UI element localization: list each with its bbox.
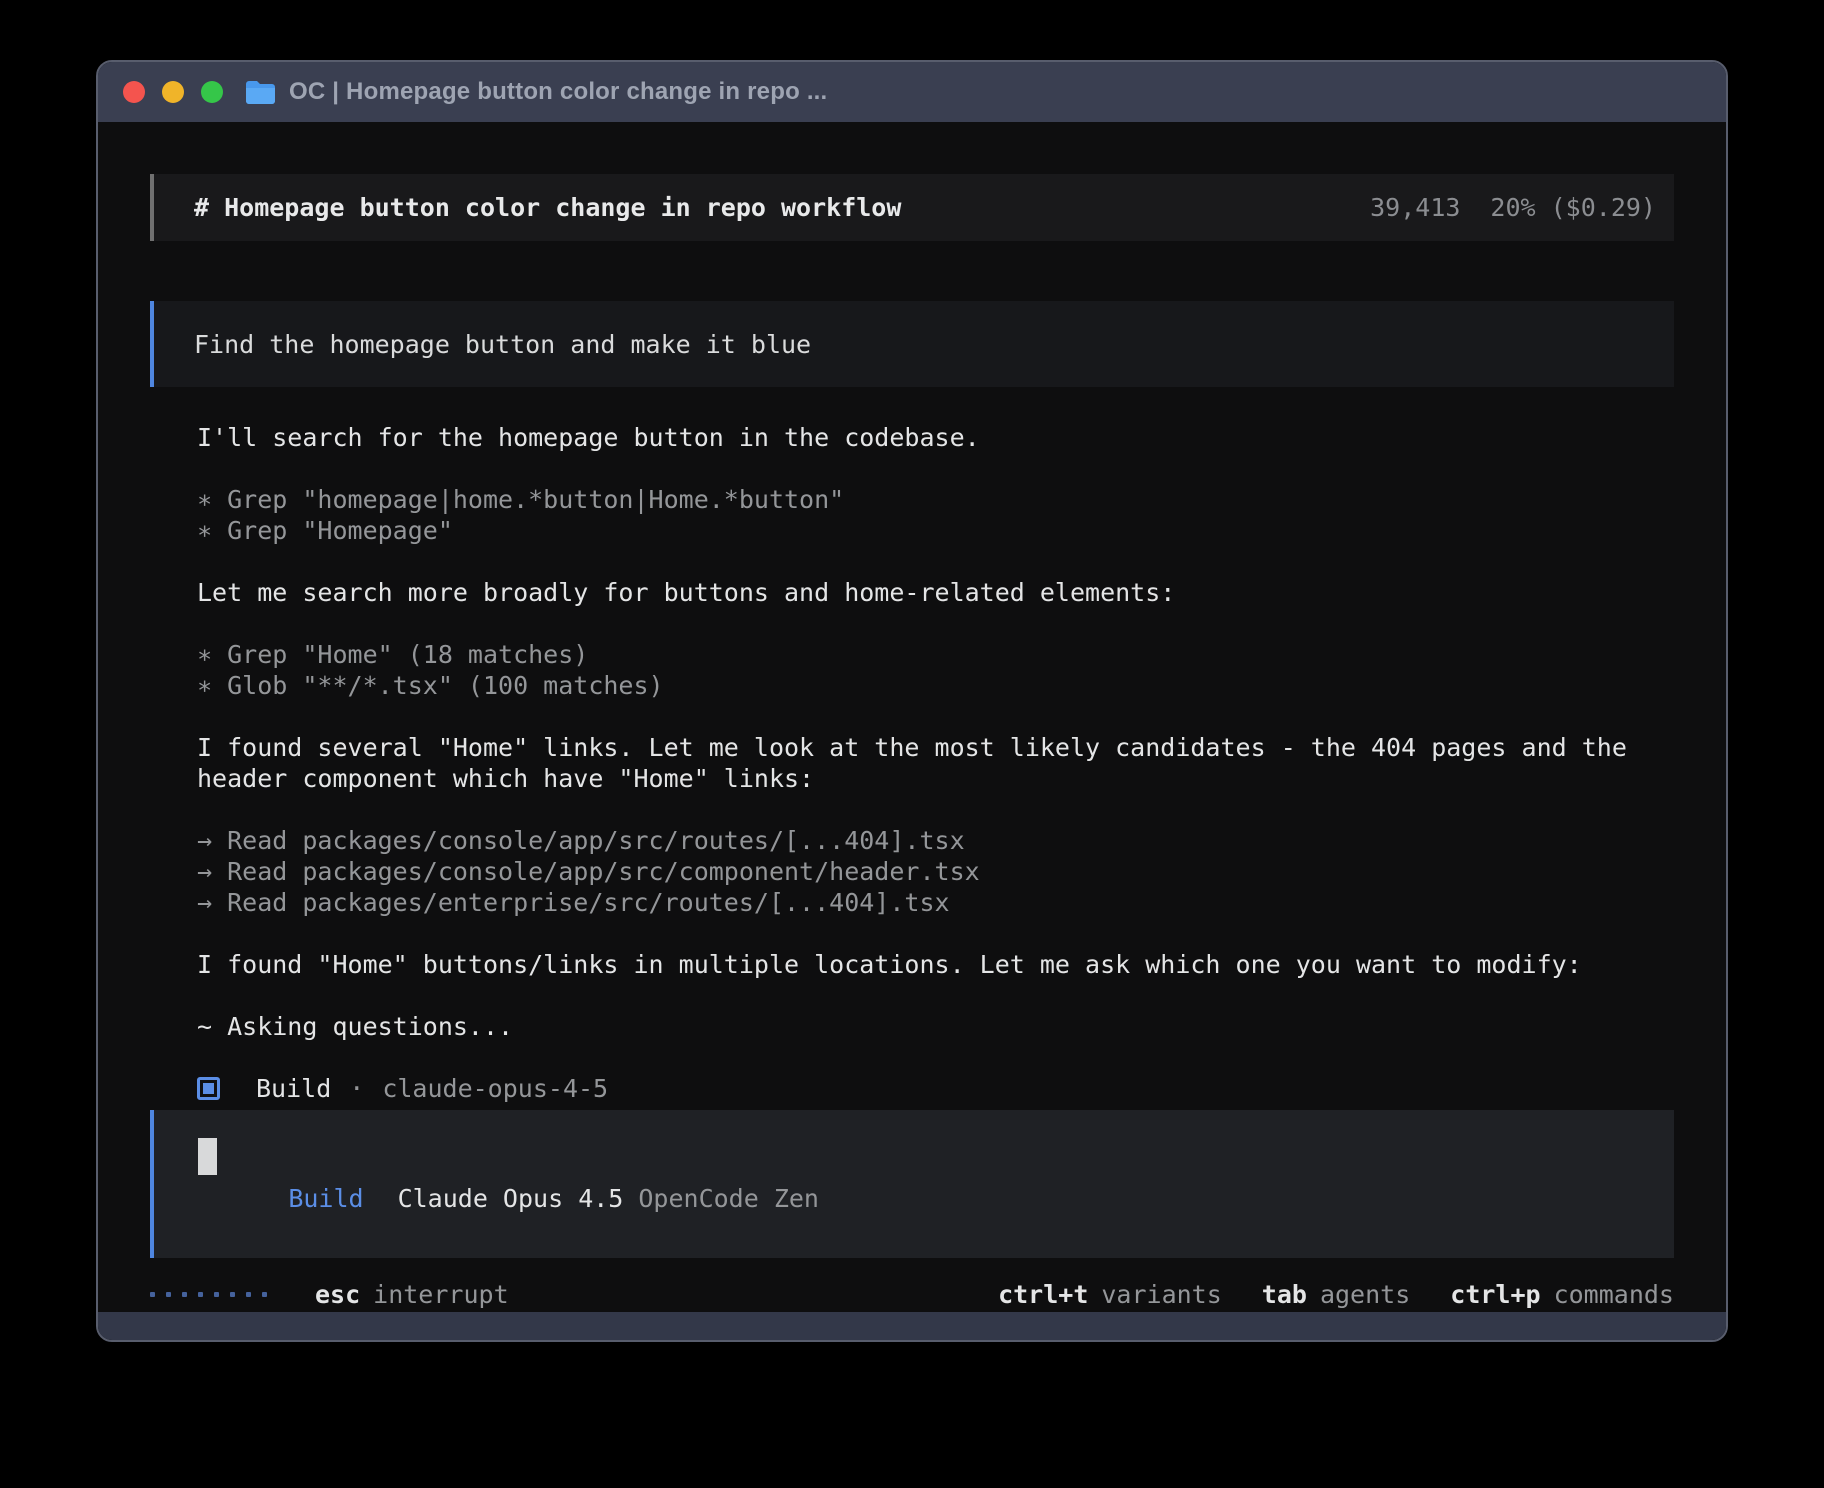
transcript-line: → Read packages/console/app/src/componen…	[197, 856, 1697, 887]
spinner-dot	[166, 1292, 171, 1297]
terminal-window: OC | Homepage button color change in rep…	[96, 60, 1728, 1342]
transcript-line: ∗ Grep "Home" (18 matches)	[197, 639, 1697, 670]
status-separator: ·	[349, 1074, 364, 1103]
user-message: Find the homepage button and make it blu…	[150, 301, 1674, 387]
hint-label: agents	[1320, 1280, 1410, 1309]
transcript-line	[197, 608, 1697, 639]
transcript-line: I'll search for the homepage button in t…	[197, 422, 1697, 453]
keybind-hint-agents[interactable]: tab agents	[1262, 1280, 1410, 1309]
transcript-line: → Read packages/console/app/src/routes/[…	[197, 825, 1697, 856]
input-mode-row: Build Claude Opus 4.5 OpenCode Zen	[198, 1155, 819, 1242]
zoom-button[interactable]	[201, 81, 223, 103]
titlebar[interactable]: OC | Homepage button color change in rep…	[98, 62, 1726, 122]
transcript-line: ∗ Grep "homepage|home.*button|Home.*butt…	[197, 484, 1697, 515]
hint-key: ctrl+p	[1450, 1280, 1540, 1309]
transcript-line: header component which have "Home" links…	[197, 763, 1697, 794]
transcript-line: ~ Asking questions...	[197, 1011, 1697, 1042]
transcript-line	[197, 918, 1697, 949]
session-title: # Homepage button color change in repo w…	[194, 193, 901, 222]
transcript-line: ∗ Glob "**/*.tsx" (100 matches)	[197, 670, 1697, 701]
token-count: 39,413	[1370, 193, 1460, 222]
agent-model-id: claude-opus-4-5	[382, 1074, 608, 1103]
traffic-lights	[123, 81, 223, 103]
session-stats: 39,413 20% ($0.29)	[1370, 193, 1656, 222]
close-button[interactable]	[123, 81, 145, 103]
provider-name: OpenCode Zen	[638, 1184, 819, 1213]
transcript-line	[197, 453, 1697, 484]
spinner-dot	[182, 1292, 187, 1297]
transcript-line	[197, 701, 1697, 732]
mode-badge[interactable]: Build	[288, 1184, 363, 1213]
hint-key: ctrl+t	[998, 1280, 1088, 1309]
transcript: I'll search for the homepage button in t…	[197, 422, 1697, 1042]
spinner-dot	[198, 1292, 203, 1297]
window-title: OC | Homepage button color change in rep…	[289, 78, 827, 106]
agent-mode-label: Build	[256, 1074, 331, 1103]
transcript-line	[197, 546, 1697, 577]
hint-key: tab	[1262, 1280, 1307, 1309]
status-bar: esc interrupt ctrl+tvariantstabagentsctr…	[150, 1274, 1674, 1314]
agent-status-row: Build · claude-opus-4-5	[197, 1073, 608, 1104]
spinner-dot	[230, 1292, 235, 1297]
transcript-line	[197, 980, 1697, 1011]
user-message-text: Find the homepage button and make it blu…	[194, 330, 811, 359]
hint-label: commands	[1554, 1280, 1674, 1309]
agent-build-icon	[197, 1077, 220, 1100]
spinner-dot	[246, 1292, 251, 1297]
spinner-dots	[150, 1292, 267, 1297]
esc-key-hint[interactable]: esc	[315, 1280, 360, 1309]
minimize-button[interactable]	[162, 81, 184, 103]
spinner-dot	[262, 1292, 267, 1297]
context-usage-cost: 20% ($0.29)	[1490, 193, 1656, 222]
esc-hint-label: interrupt	[373, 1280, 508, 1309]
hint-label: variants	[1101, 1280, 1221, 1309]
session-header: # Homepage button color change in repo w…	[150, 174, 1674, 241]
status-bar-left: esc interrupt	[150, 1280, 509, 1309]
keybind-hints: ctrl+t variants tab agents ctrl+p commands	[998, 1280, 1674, 1309]
transcript-line: ∗ Grep "Homepage"	[197, 515, 1697, 546]
window-bottom-bar	[98, 1312, 1726, 1340]
spinner-dot	[214, 1292, 219, 1297]
transcript-line	[197, 794, 1697, 825]
model-name[interactable]: Claude Opus 4.5	[398, 1184, 624, 1213]
transcript-line: → Read packages/enterprise/src/routes/[.…	[197, 887, 1697, 918]
prompt-input[interactable]: Build Claude Opus 4.5 OpenCode Zen	[150, 1110, 1674, 1258]
keybind-hint-commands[interactable]: ctrl+p commands	[1450, 1280, 1674, 1309]
spinner-dot	[150, 1292, 155, 1297]
transcript-line: Let me search more broadly for buttons a…	[197, 577, 1697, 608]
keybind-hint-variants[interactable]: ctrl+t variants	[998, 1280, 1222, 1309]
transcript-line: I found "Home" buttons/links in multiple…	[197, 949, 1697, 980]
folder-icon	[245, 80, 276, 105]
transcript-line: I found several "Home" links. Let me loo…	[197, 732, 1697, 763]
